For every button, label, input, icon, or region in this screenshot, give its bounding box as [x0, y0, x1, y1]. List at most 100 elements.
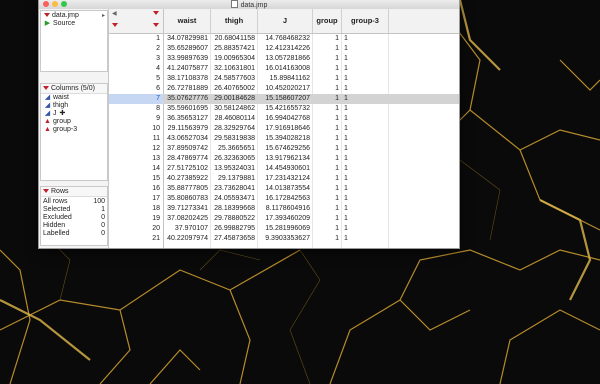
collapse-triangle-icon[interactable] — [43, 189, 49, 193]
data-cell-thigh[interactable]: 25.88357421 — [211, 44, 255, 54]
row-number[interactable]: 13 — [109, 154, 160, 164]
data-cell-group-3[interactable]: 1 — [344, 94, 354, 104]
red-triangle-menu-icon[interactable] — [44, 13, 50, 17]
rows-panel-header[interactable]: Rows — [41, 187, 107, 197]
data-cell-group-3[interactable]: 1 — [344, 64, 354, 74]
data-cell-group[interactable]: 1 — [313, 184, 339, 194]
table-row[interactable]: 5 38.17108378 24.58577603 15.89841162 1 1 — [109, 74, 459, 84]
data-cell-group-3[interactable]: 1 — [344, 44, 354, 54]
column-header-waist[interactable]: waist — [164, 9, 211, 33]
table-row[interactable]: 12 37.89509742 25.3665651 15.674629256 1 1 — [109, 144, 459, 154]
data-cell-thigh[interactable]: 32.10631801 — [211, 64, 255, 74]
data-cell-group-3[interactable]: 1 — [344, 104, 354, 114]
column-header-group[interactable]: group — [313, 9, 342, 33]
data-cell-J[interactable]: 15.281996069 — [258, 224, 310, 234]
table-red-triangle-icon[interactable] — [153, 23, 159, 27]
data-cell-group-3[interactable]: 1 — [344, 224, 354, 234]
row-number[interactable]: 17 — [109, 194, 160, 204]
data-cell-group-3[interactable]: 1 — [344, 74, 354, 84]
data-cell-J[interactable]: 13.057281866 — [258, 54, 310, 64]
data-cell-J[interactable]: 15.158607207 — [258, 94, 310, 104]
data-cell-J[interactable]: 14.768468232 — [258, 34, 310, 44]
data-cell-group[interactable]: 1 — [313, 164, 339, 174]
data-cell-J[interactable]: 14.454930601 — [258, 164, 310, 174]
data-cell-thigh[interactable]: 30.58124862 — [211, 104, 255, 114]
data-cell-group-3[interactable]: 1 — [344, 154, 354, 164]
row-number[interactable]: 7 — [109, 94, 160, 104]
data-cell-group[interactable]: 1 — [313, 114, 339, 124]
row-number[interactable]: 19 — [109, 214, 160, 224]
data-cell-waist[interactable]: 37.08202425 — [164, 214, 208, 224]
data-cell-thigh[interactable]: 26.99882795 — [211, 224, 255, 234]
data-cell-group-3[interactable]: 1 — [344, 174, 354, 184]
data-cell-group[interactable]: 1 — [313, 134, 339, 144]
data-cell-J[interactable]: 12.412314226 — [258, 44, 310, 54]
data-cell-J[interactable]: 15.674629256 — [258, 144, 310, 154]
table-row[interactable]: 15 40.27385922 29.1379881 17.231432124 1 1 — [109, 174, 459, 184]
data-cell-J[interactable]: 15.421655732 — [258, 104, 310, 114]
data-cell-waist[interactable]: 35.88777805 — [164, 184, 208, 194]
row-number[interactable]: 18 — [109, 204, 160, 214]
table-row[interactable]: 3 33.99897639 19.00965304 13.057281866 1 1 — [109, 54, 459, 64]
data-cell-J[interactable]: 13.917962134 — [258, 154, 310, 164]
table-row[interactable]: 8 35.59601695 30.58124862 15.421655732 1 1 — [109, 104, 459, 114]
data-cell-J[interactable]: 16.014163008 — [258, 64, 310, 74]
data-cell-waist[interactable]: 28.47869774 — [164, 154, 208, 164]
row-number[interactable]: 16 — [109, 184, 160, 194]
row-number[interactable]: 14 — [109, 164, 160, 174]
row-number[interactable]: 8 — [109, 104, 160, 114]
data-cell-waist[interactable]: 34.07829981 — [164, 34, 208, 44]
data-cell-group-3[interactable]: 1 — [344, 164, 354, 174]
data-cell-group-3[interactable]: 1 — [344, 134, 354, 144]
data-cell-group[interactable]: 1 — [313, 154, 339, 164]
data-cell-group[interactable]: 1 — [313, 94, 339, 104]
table-row[interactable]: 7 35.07627776 29.00184628 15.158607207 1 1 — [109, 94, 459, 104]
data-cell-group-3[interactable]: 1 — [344, 194, 354, 204]
row-number[interactable]: 2 — [109, 44, 160, 54]
data-cell-thigh[interactable]: 28.32929764 — [211, 124, 255, 134]
column-item-group-3[interactable]: ▲ group-3 — [41, 126, 107, 134]
data-cell-waist[interactable]: 39.71273341 — [164, 204, 208, 214]
row-number[interactable]: 11 — [109, 134, 160, 144]
data-cell-thigh[interactable]: 13.95324031 — [211, 164, 255, 174]
row-number[interactable]: 4 — [109, 64, 160, 74]
table-row[interactable]: 4 41.24075877 32.10631801 16.014163008 1 1 — [109, 64, 459, 74]
data-cell-waist[interactable]: 37.970107 — [164, 224, 208, 234]
data-cell-group[interactable]: 1 — [313, 214, 339, 224]
column-item-waist[interactable]: ◢ waist — [41, 94, 107, 102]
data-cell-J[interactable]: 8.1178604916 — [258, 204, 310, 214]
data-cell-group-3[interactable]: 1 — [344, 204, 354, 214]
data-cell-thigh[interactable]: 24.05593471 — [211, 194, 255, 204]
data-cell-group-3[interactable]: 1 — [344, 234, 354, 244]
row-column-corner[interactable]: ◀ — [109, 9, 164, 33]
data-cell-J[interactable]: 9.3903353627 — [258, 234, 310, 244]
data-cell-J[interactable]: 15.394028218 — [258, 134, 310, 144]
data-cell-waist[interactable]: 40.27385922 — [164, 174, 208, 184]
data-cell-thigh[interactable]: 29.00184628 — [211, 94, 255, 104]
expand-arrow-icon[interactable]: ▸ — [102, 12, 105, 20]
data-cell-group-3[interactable]: 1 — [344, 114, 354, 124]
data-cell-group[interactable]: 1 — [313, 44, 339, 54]
data-cell-group[interactable]: 1 — [313, 84, 339, 94]
table-row[interactable]: 14 27.51725102 13.95324031 14.454930601 1 1 — [109, 164, 459, 174]
data-cell-group[interactable]: 1 — [313, 194, 339, 204]
data-cell-thigh[interactable]: 20.68041158 — [211, 34, 255, 44]
data-cell-waist[interactable]: 35.07627776 — [164, 94, 208, 104]
data-cell-group[interactable]: 1 — [313, 234, 339, 244]
row-number[interactable]: 21 — [109, 234, 160, 244]
data-cell-waist[interactable]: 35.59601695 — [164, 104, 208, 114]
data-cell-J[interactable]: 17.393460209 — [258, 214, 310, 224]
data-cell-group-3[interactable]: 1 — [344, 84, 354, 94]
row-number[interactable]: 15 — [109, 174, 160, 184]
data-cell-group[interactable]: 1 — [313, 124, 339, 134]
data-cell-thigh[interactable]: 23.73628041 — [211, 184, 255, 194]
columns-red-triangle-icon[interactable] — [153, 11, 159, 15]
row-number[interactable]: 9 — [109, 114, 160, 124]
data-cell-waist[interactable]: 33.99897639 — [164, 54, 208, 64]
data-cell-thigh[interactable]: 26.32363065 — [211, 154, 255, 164]
data-cell-thigh[interactable]: 27.45873658 — [211, 234, 255, 244]
row-number[interactable]: 20 — [109, 224, 160, 234]
data-cell-J[interactable]: 16.994042768 — [258, 114, 310, 124]
table-row[interactable]: 13 28.47869774 26.32363065 13.917962134 1 1 — [109, 154, 459, 164]
data-cell-thigh[interactable]: 29.78880522 — [211, 214, 255, 224]
